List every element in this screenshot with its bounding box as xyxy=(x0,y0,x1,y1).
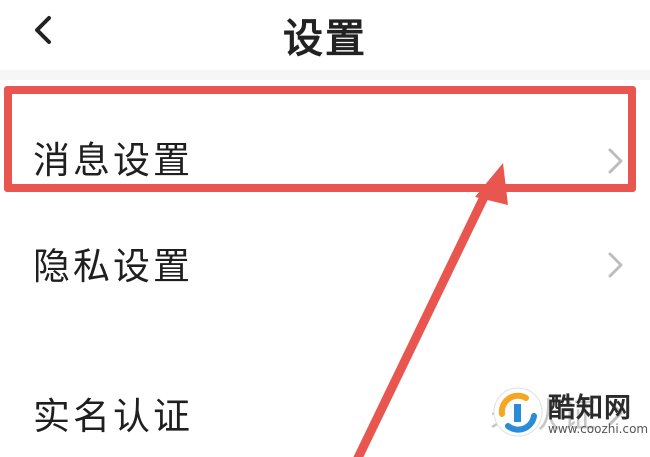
header-divider xyxy=(0,70,650,80)
page-title: 设置 xyxy=(283,16,367,62)
chevron-right-icon xyxy=(604,248,628,282)
watermark-brand: 酷知网 xyxy=(548,393,632,424)
watermark-url: www.coozhi.com xyxy=(548,422,649,436)
watermark: 酷知网 www.coozhi.com xyxy=(480,378,648,450)
watermark-logo-icon xyxy=(492,386,544,438)
top-navigation-bar: 设置 xyxy=(0,0,650,66)
settings-item-label: 隐私设置 xyxy=(33,245,193,288)
settings-item-privacy[interactable]: 隐私设置 xyxy=(0,212,650,312)
settings-item-label: 实名认证 xyxy=(33,395,193,438)
highlight-box xyxy=(4,86,636,192)
settings-screen: 设置 消息设置 隐私设置 实名认证 未认证 酷知网 www.coozhi.com xyxy=(0,0,650,457)
